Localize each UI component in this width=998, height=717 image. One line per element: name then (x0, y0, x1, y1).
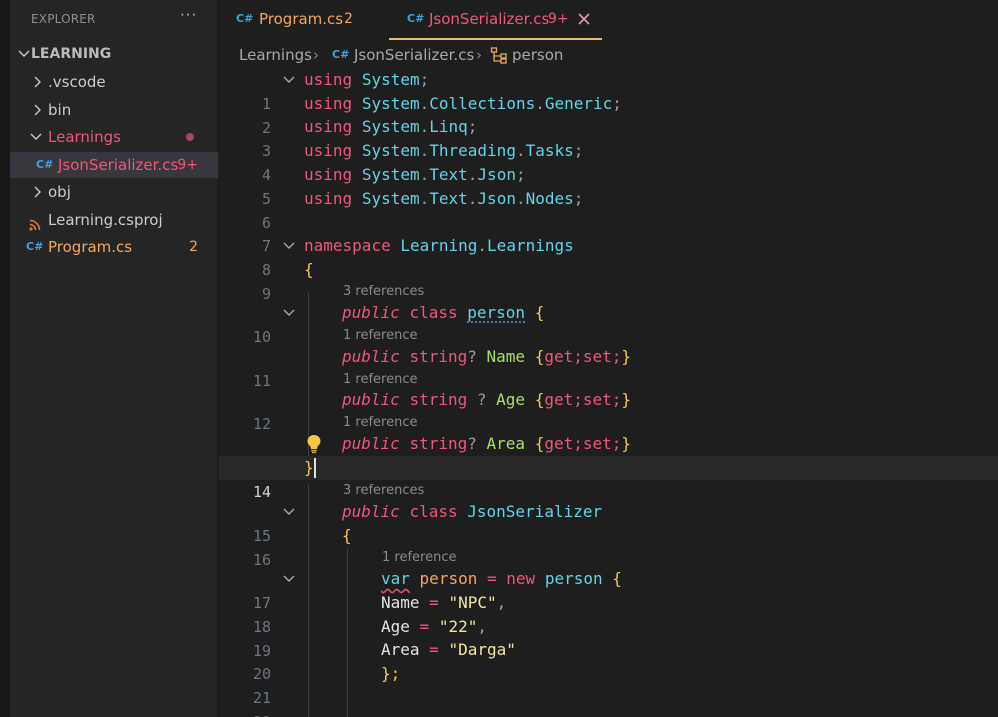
breadcrumb-folder[interactable]: Learnings (239, 44, 312, 66)
activity-bar (0, 0, 10, 717)
tree-item-label: Learnings (48, 128, 121, 146)
csharp-file-icon: C# (236, 12, 254, 25)
fold-chevron-icon[interactable] (283, 242, 295, 250)
problems-badge: 2 (189, 239, 198, 255)
tree-item-label: obj (48, 183, 71, 201)
explorer-title: EXPLORER (31, 12, 96, 26)
codelens-references[interactable]: 1 reference (382, 548, 456, 568)
code-line: 8 namespace Learning.Learnings (219, 234, 998, 279)
code-line: 13 public string? Area {get;set;} (219, 432, 998, 477)
code-line-current: 14 } (219, 456, 998, 501)
code-editor[interactable]: 1 using System; 2 using System.Collectio… (219, 68, 998, 717)
codelens-references[interactable]: 3 references (343, 282, 424, 302)
tree-item-label: .vscode (48, 73, 106, 91)
csharp-file-icon: C# (332, 48, 350, 61)
explorer-sidebar: EXPLORER ··· LEARNING .vscode bin Learni… (10, 0, 218, 717)
code-line: 5 using System.Text.Json; (219, 163, 998, 208)
fold-chevron-icon[interactable] (283, 575, 295, 583)
workspace-label: LEARNING (31, 46, 112, 62)
code-line: 6 using System.Text.Json.Nodes; (219, 187, 998, 232)
lightbulb-icon[interactable] (306, 434, 322, 458)
modified-dot-icon (186, 133, 194, 141)
workspace-folder[interactable]: LEARNING (10, 41, 218, 67)
tree-item-csproj[interactable]: Learning.csproj (10, 207, 218, 233)
tree-item-label: JsonSerializer.cs (58, 156, 179, 174)
breadcrumb-symbol[interactable]: person (512, 44, 563, 66)
csharp-file-icon: C# (26, 240, 44, 253)
tree-item-vscode[interactable]: .vscode (10, 69, 218, 95)
codelens-references[interactable]: 3 references (343, 481, 424, 501)
code-line: 9 { (219, 258, 998, 303)
tree-item-label: bin (48, 101, 72, 119)
code-line: 17 var person = new person { (219, 567, 998, 612)
tree-item-obj[interactable]: obj (10, 179, 218, 205)
chevron-down-icon (18, 41, 30, 67)
tree-item-program[interactable]: C# Program.cs 2 (10, 234, 218, 260)
tab-program[interactable]: C# Program.cs 2 (219, 0, 387, 40)
more-actions-icon[interactable]: ··· (180, 6, 197, 24)
code-line: 4 using System.Threading.Tasks; (219, 139, 998, 184)
tree-item-bin[interactable]: bin (10, 97, 218, 123)
text-cursor (314, 458, 316, 478)
csharp-file-icon: C# (36, 158, 54, 171)
close-icon[interactable] (578, 0, 590, 54)
class-symbol-icon (490, 46, 508, 70)
code-line: 20 Area = "Darga" (219, 638, 998, 683)
breadcrumb-separator: › (476, 46, 482, 64)
tab-label: JsonSerializer.cs (429, 10, 550, 28)
chevron-right-icon (32, 69, 44, 95)
code-line: 12 public string ? Age {get;set;} (219, 388, 998, 433)
code-line: 3 using System.Linq; (219, 115, 998, 160)
problems-badge: 9+ (177, 157, 198, 173)
tab-badge: 9+ (548, 11, 569, 27)
codelens-references[interactable]: 1 reference (343, 413, 417, 433)
breadcrumb-file[interactable]: JsonSerializer.cs (354, 44, 474, 66)
fold-chevron-icon[interactable] (283, 76, 295, 84)
codelens-references[interactable]: 1 reference (343, 326, 417, 346)
tab-jsonserializer[interactable]: C# JsonSerializer.cs 9+ (389, 0, 602, 40)
code-line: 22 (219, 686, 998, 717)
codelens-references[interactable]: 1 reference (343, 370, 417, 390)
tab-bar: C# Program.cs 2 C# JsonSerializer.cs 9+ (219, 0, 998, 40)
code-line: 19 Age = "22", (219, 615, 998, 660)
tree-item-label: Program.cs (48, 238, 133, 256)
fold-chevron-icon[interactable] (283, 309, 295, 317)
chevron-down-icon (30, 124, 42, 150)
chevron-right-icon (32, 97, 44, 123)
csharp-file-icon: C# (407, 12, 425, 25)
code-line: 10 public class person { (219, 301, 998, 346)
code-line: 18 Name = "NPC", (219, 591, 998, 636)
tab-label: Program.cs (259, 10, 344, 28)
code-line: 11 public string? Name {get;set;} (219, 345, 998, 390)
code-line: 2 using System.Collections.Generic; (219, 92, 998, 137)
code-line: 15 public class JsonSerializer (219, 500, 998, 545)
code-line: 1 using System; (219, 68, 998, 113)
breadcrumb-separator: › (313, 46, 319, 64)
fold-chevron-icon[interactable] (283, 508, 295, 516)
code-line: 16 { (219, 524, 998, 569)
chevron-right-icon (32, 179, 44, 205)
tab-badge: 2 (344, 11, 353, 27)
code-line: 7 (219, 210, 998, 255)
tree-item-jsonserializer[interactable]: C# JsonSerializer.cs 9+ (10, 152, 218, 178)
code-line: 21 }; (219, 662, 998, 707)
tree-item-learnings[interactable]: Learnings (10, 124, 218, 150)
tree-item-label: Learning.csproj (48, 211, 163, 229)
line-number: 22 (219, 710, 271, 717)
